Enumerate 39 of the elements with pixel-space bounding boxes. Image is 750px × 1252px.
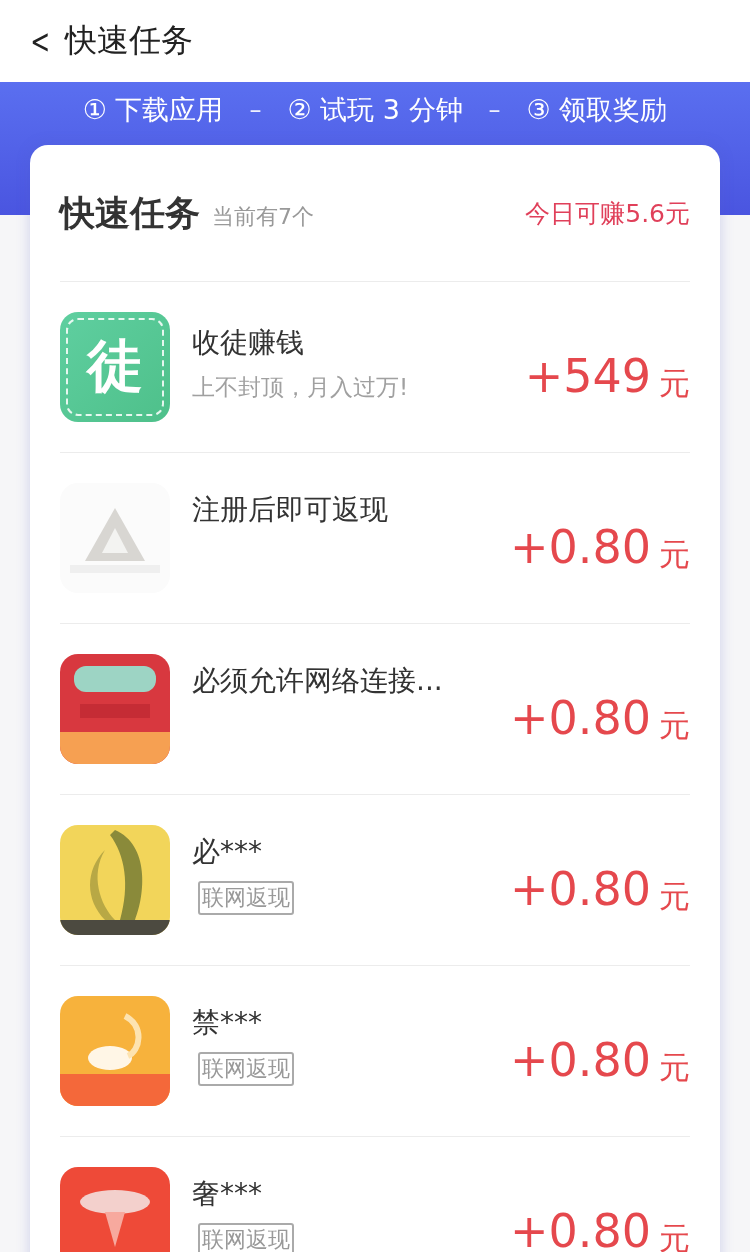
task-title: 收徒赚钱 xyxy=(192,325,305,361)
reward-amount: +0.80 xyxy=(510,862,651,916)
task-tag: 联网返现 xyxy=(198,1223,294,1252)
task-tag: 联网返现 xyxy=(198,881,294,915)
reward-amount: +0.80 xyxy=(510,691,651,745)
step-label: ③ 领取奖励 xyxy=(526,93,668,127)
reward-unit: 元 xyxy=(659,1219,690,1252)
task-title: 奢*** xyxy=(192,1176,263,1212)
task-row[interactable]: 禁*** 联网返现 +0.80 元 xyxy=(60,966,690,1137)
reward-amount: +549 xyxy=(524,349,651,403)
reward-unit: 元 xyxy=(659,877,690,916)
reward-unit: 元 xyxy=(659,706,690,745)
task-title: 必*** xyxy=(192,834,263,870)
task-tag: 联网返现 xyxy=(198,1052,294,1086)
task-subtitle: 上不封顶，月入过万! xyxy=(192,373,410,402)
task-title: 禁*** xyxy=(192,1005,263,1041)
task-row[interactable]: 徒 收徒赚钱 上不封顶，月入过万! +549 元 xyxy=(60,282,690,453)
card-title: 快速任务 xyxy=(60,191,200,235)
page-title: 快速任务 xyxy=(64,20,193,61)
task-title: 注册后即可返现 xyxy=(192,492,389,528)
task-count: 当前有7个 xyxy=(212,203,314,231)
step-separator: – xyxy=(248,95,263,126)
task-title: 必须允许网络连接... xyxy=(192,663,444,699)
daily-earnings: 今日可赚5.6元 xyxy=(525,197,690,230)
step-label: ② 试玩 3 分钟 xyxy=(287,93,463,127)
step-separator: – xyxy=(487,95,502,126)
reward-unit: 元 xyxy=(659,1048,690,1087)
reward-unit: 元 xyxy=(659,364,690,403)
task-row[interactable]: 必*** 联网返现 +0.80 元 xyxy=(60,795,690,966)
task-row[interactable]: 注册后即可返现 +0.80 元 xyxy=(60,453,690,624)
reward-unit: 元 xyxy=(659,535,690,574)
reward-amount: +0.80 xyxy=(510,1033,651,1087)
task-row[interactable]: 奢*** 联网返现 +0.80 元 xyxy=(60,1137,690,1252)
back-button[interactable]: < xyxy=(30,21,51,61)
reward-amount: +0.80 xyxy=(510,1204,651,1252)
reward-amount: +0.80 xyxy=(510,520,651,574)
task-row[interactable]: 必须允许网络连接... +0.80 元 xyxy=(60,624,690,795)
step-label: ① 下载应用 xyxy=(82,93,224,127)
app-icon: 徒 xyxy=(60,312,170,422)
